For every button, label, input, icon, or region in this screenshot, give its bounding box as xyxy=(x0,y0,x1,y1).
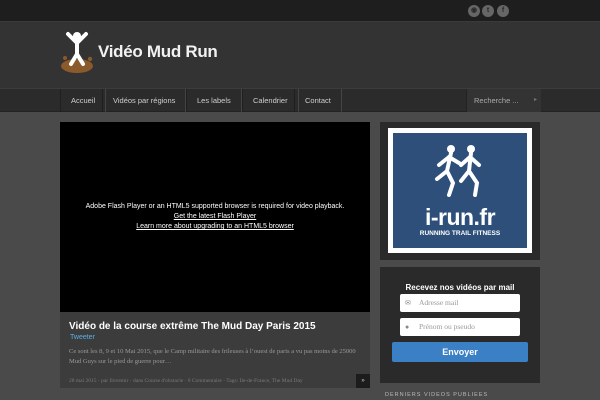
search-arrow-icon: ▸ xyxy=(533,97,537,103)
post-title[interactable]: Vidéo de la course extrême The Mud Day P… xyxy=(69,321,316,332)
twitter-icon[interactable]: t xyxy=(482,5,494,17)
name-placeholder: Prénom ou pseudo xyxy=(419,322,475,331)
nav-item-videos-par-regions[interactable]: Vidéos par régions xyxy=(102,89,187,112)
post-card: Vidéo de la course extrême The Mud Day P… xyxy=(60,312,370,388)
envelope-icon: ✉ xyxy=(405,299,411,307)
newsletter-widget: Recevez nos vidéos par mail ✉ Adresse ma… xyxy=(380,267,540,383)
search-placeholder: Recherche ... xyxy=(474,96,519,105)
email-placeholder: Adresse mail xyxy=(419,298,459,307)
video-fallback-message: Adobe Flash Player or an HTML5 supported… xyxy=(85,203,345,210)
main-nav: Accueil Vidéos par régions Les labels Ca… xyxy=(0,88,600,112)
email-field[interactable]: ✉ Adresse mail xyxy=(400,294,520,312)
irun-ad-banner[interactable]: i-run.fr RUNNING TRAIL FITNESS xyxy=(380,122,540,260)
ad-background: i-run.fr RUNNING TRAIL FITNESS xyxy=(393,133,527,248)
site-header: Vidéo Mud Run xyxy=(0,22,600,88)
nav-item-accueil[interactable]: Accueil xyxy=(60,89,107,112)
nav-item-les-labels[interactable]: Les labels xyxy=(186,89,242,112)
user-icon: ● xyxy=(405,323,410,331)
mud-runner-logo-icon[interactable] xyxy=(59,28,95,76)
tweet-button[interactable]: Tweeter xyxy=(70,334,95,341)
send-button[interactable]: Envoyer xyxy=(392,342,528,362)
ad-tagline: RUNNING TRAIL FITNESS xyxy=(419,230,501,237)
search-input[interactable]: Recherche ... ▸ xyxy=(466,89,541,112)
facebook-icon[interactable]: f xyxy=(497,5,509,17)
name-field[interactable]: ● Prénom ou pseudo xyxy=(400,318,520,336)
ad-brand: i-run.fr xyxy=(424,204,496,230)
latest-videos-title: DERNIERS VIDEOS PUBLIEES xyxy=(385,392,489,398)
ad-frame: i-run.fr RUNNING TRAIL FITNESS xyxy=(388,128,532,253)
runners-icon xyxy=(435,145,481,197)
nav-item-calendrier[interactable]: Calendrier xyxy=(242,89,299,112)
top-bar: ◉ t f xyxy=(0,0,600,22)
post-meta: 28 mai 2015 · par Ilovemir · dans Course… xyxy=(69,378,303,384)
html5-browser-link[interactable]: Learn more about upgrading to an HTML5 b… xyxy=(136,223,294,230)
newsletter-title: Recevez nos vidéos par mail xyxy=(405,283,515,292)
video-player[interactable]: Adobe Flash Player or an HTML5 supported… xyxy=(60,122,370,312)
site-title[interactable]: Vidéo Mud Run xyxy=(98,42,218,62)
flash-player-link[interactable]: Get the latest Flash Player xyxy=(174,213,256,220)
rss-icon[interactable]: ◉ xyxy=(468,5,480,17)
post-excerpt: Ce sont les 8, 9 et 10 Mai 2015, que le … xyxy=(69,348,356,365)
read-more-button[interactable]: » xyxy=(356,374,370,388)
nav-item-contact[interactable]: Contact xyxy=(294,89,342,112)
